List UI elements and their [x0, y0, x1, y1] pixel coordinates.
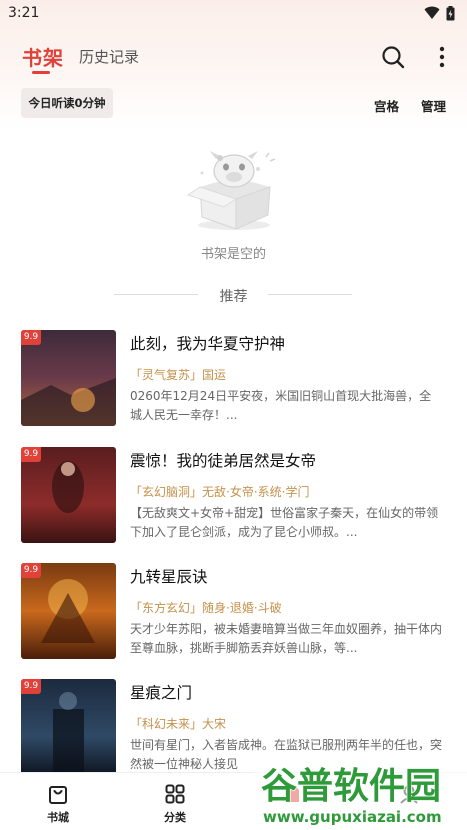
listen-time-chip[interactable]: 今日听读0分钟 [21, 88, 113, 118]
book-title[interactable]: 震惊！我的徒弟居然是女帝 [130, 449, 316, 471]
tab-active-indicator [32, 71, 50, 74]
book-tags: 「灵气复苏」国运 [130, 368, 227, 382]
book-title[interactable]: 星痕之门 [130, 681, 192, 703]
book-tags: 「玄幻脑洞」无敌·女帝·系统·学门 [130, 485, 310, 499]
book-tags: 「东方玄幻」随身·退婚·斗破 [130, 601, 282, 615]
search-icon[interactable] [380, 44, 406, 70]
nav-category-label: 分类 [164, 811, 186, 824]
book-item[interactable]: 9.9 九转星辰诀 「东方玄幻」随身·退婚·斗破 天才少年苏阳，被未婚妻暗算当做… [21, 563, 447, 659]
recommend-title: 推荐 [219, 289, 248, 305]
score-badge: 9.9 [21, 330, 41, 345]
svg-text:www.gupuxiazai.com: www.gupuxiazai.com [263, 808, 442, 826]
book-item[interactable]: 9.9 震惊！我的徒弟居然是女帝 「玄幻脑洞」无敌·女帝·系统·学门 【无敌爽文… [21, 447, 447, 543]
book-tags: 「科幻未来」大宋 [130, 717, 227, 731]
divider-right [268, 294, 352, 295]
tab-bookshelf[interactable]: 书架 [22, 42, 64, 71]
bookstore-bag-icon [49, 786, 67, 804]
status-bar: 3:21 [0, 0, 467, 26]
book-description: 0260年12月24日平安夜，米国旧铜山首现大批海兽，全城人民无一幸存！... [130, 389, 432, 422]
book-title[interactable]: 此刻，我为华夏守护神 [130, 332, 285, 354]
empty-state-text: 书架是空的 [200, 247, 266, 262]
top-header: 书架 历史记录 [0, 38, 467, 78]
svg-text:谷普软件园: 谷普软件园 [261, 766, 441, 807]
status-icons [424, 5, 455, 21]
book-title[interactable]: 九转星辰诀 [130, 565, 208, 587]
wifi-icon [424, 6, 440, 19]
nav-category[interactable]: 分类 [145, 783, 205, 825]
score-badge: 9.9 [21, 447, 41, 462]
book-description: 天才少年苏阳，被未婚妻暗算当做三年血奴圈养，抽干体内至尊血脉，挑断手脚筋丢弃妖兽… [130, 622, 442, 655]
nav-bookstore-label: 书城 [47, 811, 69, 824]
score-badge: 9.9 [21, 679, 41, 694]
book-description: 【无敌爽文+女帝+甜宠】世俗富家子秦天，在仙女的带领下加入了昆仑剑派，成为了昆仑… [130, 506, 439, 539]
battery-icon [446, 5, 455, 20]
empty-box-cow-icon [186, 151, 276, 230]
site-watermark-logo: 谷普软件园 www.gupuxiazai.com [253, 752, 467, 830]
grid-mode-button[interactable]: 宫格 [374, 96, 399, 115]
category-grid-icon [165, 784, 185, 804]
book-cover[interactable]: 9.9 [21, 679, 116, 775]
book-cover[interactable]: 9.9 [21, 447, 116, 543]
book-cover[interactable]: 9.9 [21, 330, 116, 426]
book-cover[interactable]: 9.9 [21, 563, 116, 659]
status-time: 3:21 [8, 5, 40, 21]
manage-button[interactable]: 管理 [421, 96, 446, 115]
tab-history[interactable]: 历史记录 [79, 46, 139, 67]
book-item[interactable]: 9.9 此刻，我为华夏守护神 「灵气复苏」国运 0260年12月24日平安夜，米… [21, 330, 447, 426]
nav-bookstore[interactable]: 书城 [28, 783, 88, 825]
more-vertical-icon[interactable] [434, 44, 450, 70]
score-badge: 9.9 [21, 563, 41, 578]
